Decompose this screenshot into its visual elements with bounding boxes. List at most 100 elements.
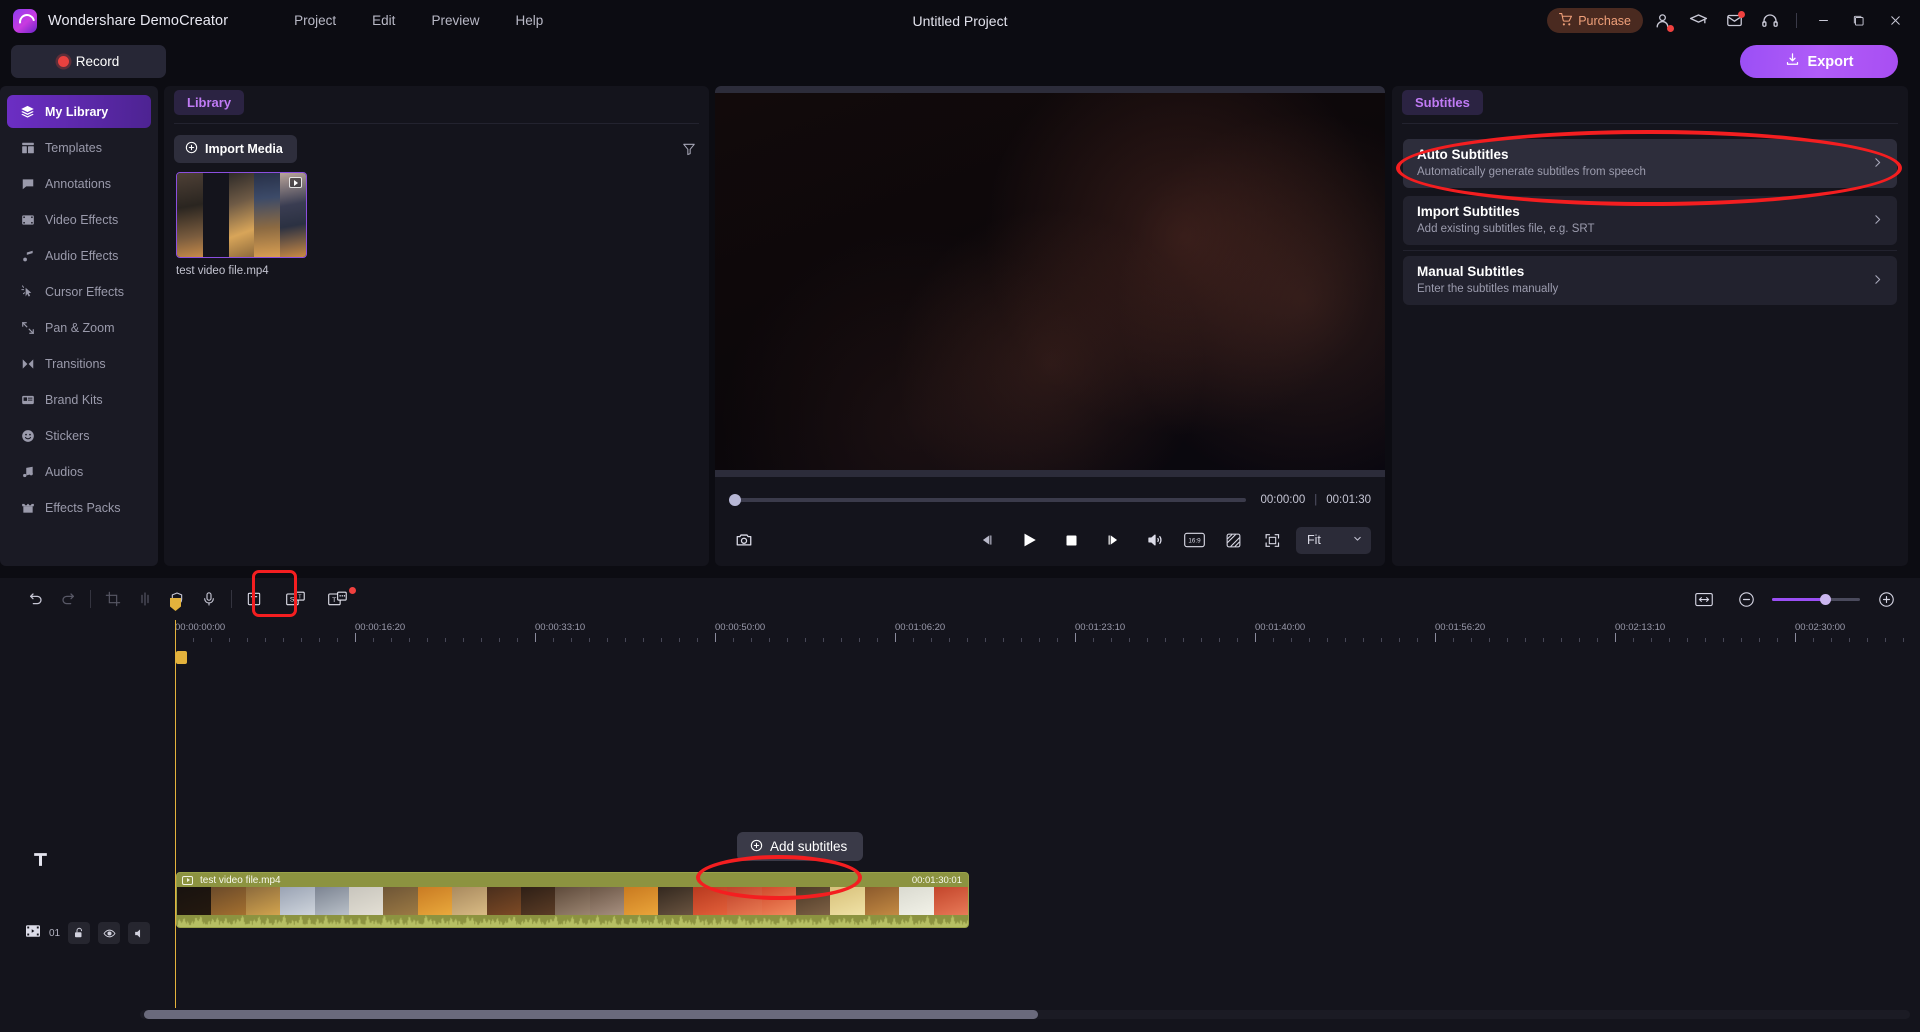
zoom-slider-handle[interactable] xyxy=(1819,593,1831,605)
media-item[interactable]: test video file.mp4 xyxy=(176,172,307,277)
letterbox-top xyxy=(715,86,1385,93)
timeline-marker[interactable] xyxy=(176,651,187,664)
eye-icon[interactable] xyxy=(98,922,121,944)
tab-subtitles[interactable]: Subtitles xyxy=(1402,90,1483,115)
import-subtitles-option[interactable]: Import Subtitles Add existing subtitles … xyxy=(1403,196,1897,245)
sidebar-item-audios[interactable]: Audios xyxy=(7,455,151,488)
sidebar-item-my-library[interactable]: My Library xyxy=(7,95,151,128)
playhead[interactable] xyxy=(170,598,181,1008)
subtitles-group-divider xyxy=(1403,250,1897,251)
transparency-icon[interactable] xyxy=(1218,525,1248,555)
academy-icon[interactable] xyxy=(1681,4,1715,38)
manual-subtitles-option[interactable]: Manual Subtitles Enter the subtitles man… xyxy=(1403,256,1897,305)
cart-icon xyxy=(1559,12,1573,29)
transitions-icon xyxy=(20,356,35,371)
record-button[interactable]: Record xyxy=(11,45,166,78)
menu-project[interactable]: Project xyxy=(276,7,354,34)
sidebar-label: Audio Effects xyxy=(45,248,119,263)
track-controls: 01 xyxy=(25,922,151,944)
zoom-out-icon[interactable] xyxy=(1730,584,1762,614)
add-subtitles-button[interactable]: Add subtitles xyxy=(737,832,864,861)
timeline-clip[interactable]: test video file.mp4 00:01:30:01 xyxy=(176,872,969,928)
sidebar-item-brand-kits[interactable]: Brand Kits xyxy=(7,383,151,416)
time-separator: | xyxy=(1314,494,1318,506)
zoom-slider-fill xyxy=(1772,597,1825,601)
unlock-icon[interactable] xyxy=(68,922,91,944)
volume-icon[interactable] xyxy=(1140,525,1170,555)
sidebar-item-stickers[interactable]: Stickers xyxy=(7,419,151,452)
camera-icon[interactable] xyxy=(729,525,759,555)
auto-subtitles-option[interactable]: Auto Subtitles Automatically generate su… xyxy=(1403,139,1897,188)
playback-scrubber[interactable] xyxy=(729,494,1247,506)
filter-icon[interactable] xyxy=(679,139,699,159)
template-icon xyxy=(20,140,35,155)
support-icon[interactable] xyxy=(1753,4,1787,38)
aspect-ratio-icon[interactable]: 16:9 xyxy=(1179,525,1209,555)
annotation-icon xyxy=(20,176,35,191)
option-description: Automatically generate subtitles from sp… xyxy=(1417,166,1646,178)
fit-timeline-icon[interactable] xyxy=(1688,584,1720,614)
account-icon[interactable] xyxy=(1645,4,1679,38)
microphone-icon[interactable] xyxy=(193,584,225,614)
export-button[interactable]: Export xyxy=(1740,45,1898,78)
sidebar-item-transitions[interactable]: Transitions xyxy=(7,347,151,380)
timeline-canvas[interactable]: Add subtitles test video file.mp4 00:01:… xyxy=(170,598,1920,1008)
timeline-ruler[interactable]: 00:00:00:00 00:00:16:20 00:00:33:10 00:0… xyxy=(0,620,1920,642)
chevron-right-icon xyxy=(1871,156,1884,174)
sidebar-item-pan-zoom[interactable]: Pan & Zoom xyxy=(7,311,151,344)
sidebar-item-cursor-effects[interactable]: Cursor Effects xyxy=(7,275,151,308)
fit-dropdown[interactable]: Fit xyxy=(1296,526,1371,554)
undo-icon[interactable] xyxy=(20,584,52,614)
mail-icon[interactable] xyxy=(1717,4,1751,38)
minimize-icon[interactable] xyxy=(1806,4,1840,38)
video-preview[interactable] xyxy=(715,86,1385,477)
text-track-icon[interactable] xyxy=(31,850,50,874)
sidebar-label: Templates xyxy=(45,140,102,155)
split-icon[interactable] xyxy=(129,584,161,614)
menu-help[interactable]: Help xyxy=(497,7,561,34)
clip-waveform xyxy=(177,914,968,927)
ruler-label: 00:01:23:10 xyxy=(1075,622,1126,633)
crop-icon[interactable] xyxy=(97,584,129,614)
ruler-label: 00:02:13:10 xyxy=(1615,622,1666,633)
menu-edit[interactable]: Edit xyxy=(354,7,413,34)
brand-kits-icon xyxy=(20,392,35,407)
redo-icon[interactable] xyxy=(52,584,84,614)
scrollbar-thumb[interactable] xyxy=(144,1010,1038,1019)
stop-icon[interactable] xyxy=(1056,525,1086,555)
chevron-right-icon xyxy=(1871,213,1884,231)
prev-frame-icon[interactable] xyxy=(972,525,1002,555)
text-icon[interactable] xyxy=(238,584,270,614)
close-icon[interactable] xyxy=(1878,4,1912,38)
add-subtitles-label: Add subtitles xyxy=(770,839,848,854)
purchase-button[interactable]: Purchase xyxy=(1547,8,1643,33)
sidebar-item-annotations[interactable]: Annotations xyxy=(7,167,151,200)
sidebar-item-audio-effects[interactable]: Audio Effects xyxy=(7,239,151,272)
sidebar-label: Video Effects xyxy=(45,212,119,227)
subtitle-icon[interactable]: S T xyxy=(280,584,312,614)
layers-icon xyxy=(20,104,35,119)
media-thumbnail[interactable] xyxy=(176,172,307,258)
scrubber-handle[interactable] xyxy=(729,494,741,506)
ruler-label: 00:01:56:20 xyxy=(1435,622,1486,633)
caption-icon[interactable]: T xyxy=(322,584,356,614)
import-media-button[interactable]: Import Media xyxy=(174,135,297,163)
maximize-icon[interactable] xyxy=(1842,4,1876,38)
export-icon xyxy=(1785,52,1800,71)
timeline-zoom-controls xyxy=(1688,584,1902,614)
speaker-icon[interactable] xyxy=(128,922,151,944)
fullscreen-icon[interactable] xyxy=(1257,525,1287,555)
play-icon[interactable] xyxy=(1014,525,1044,555)
ruler-label: 00:00:00:00 xyxy=(175,622,226,633)
sidebar-item-templates[interactable]: Templates xyxy=(7,131,151,164)
next-frame-icon[interactable] xyxy=(1098,525,1128,555)
ruler-ticks xyxy=(175,633,1920,642)
menu-preview[interactable]: Preview xyxy=(413,7,497,34)
svg-text:16:9: 16:9 xyxy=(1188,537,1201,544)
sidebar-item-video-effects[interactable]: Video Effects xyxy=(7,203,151,236)
preview-panel: 00:00:00 | 00:01:30 16:9 Fit xyxy=(715,86,1385,566)
sidebar-item-effects-packs[interactable]: Effects Packs xyxy=(7,491,151,524)
tab-library[interactable]: Library xyxy=(174,90,245,115)
zoom-slider[interactable] xyxy=(1772,593,1860,605)
zoom-in-icon[interactable] xyxy=(1870,584,1902,614)
